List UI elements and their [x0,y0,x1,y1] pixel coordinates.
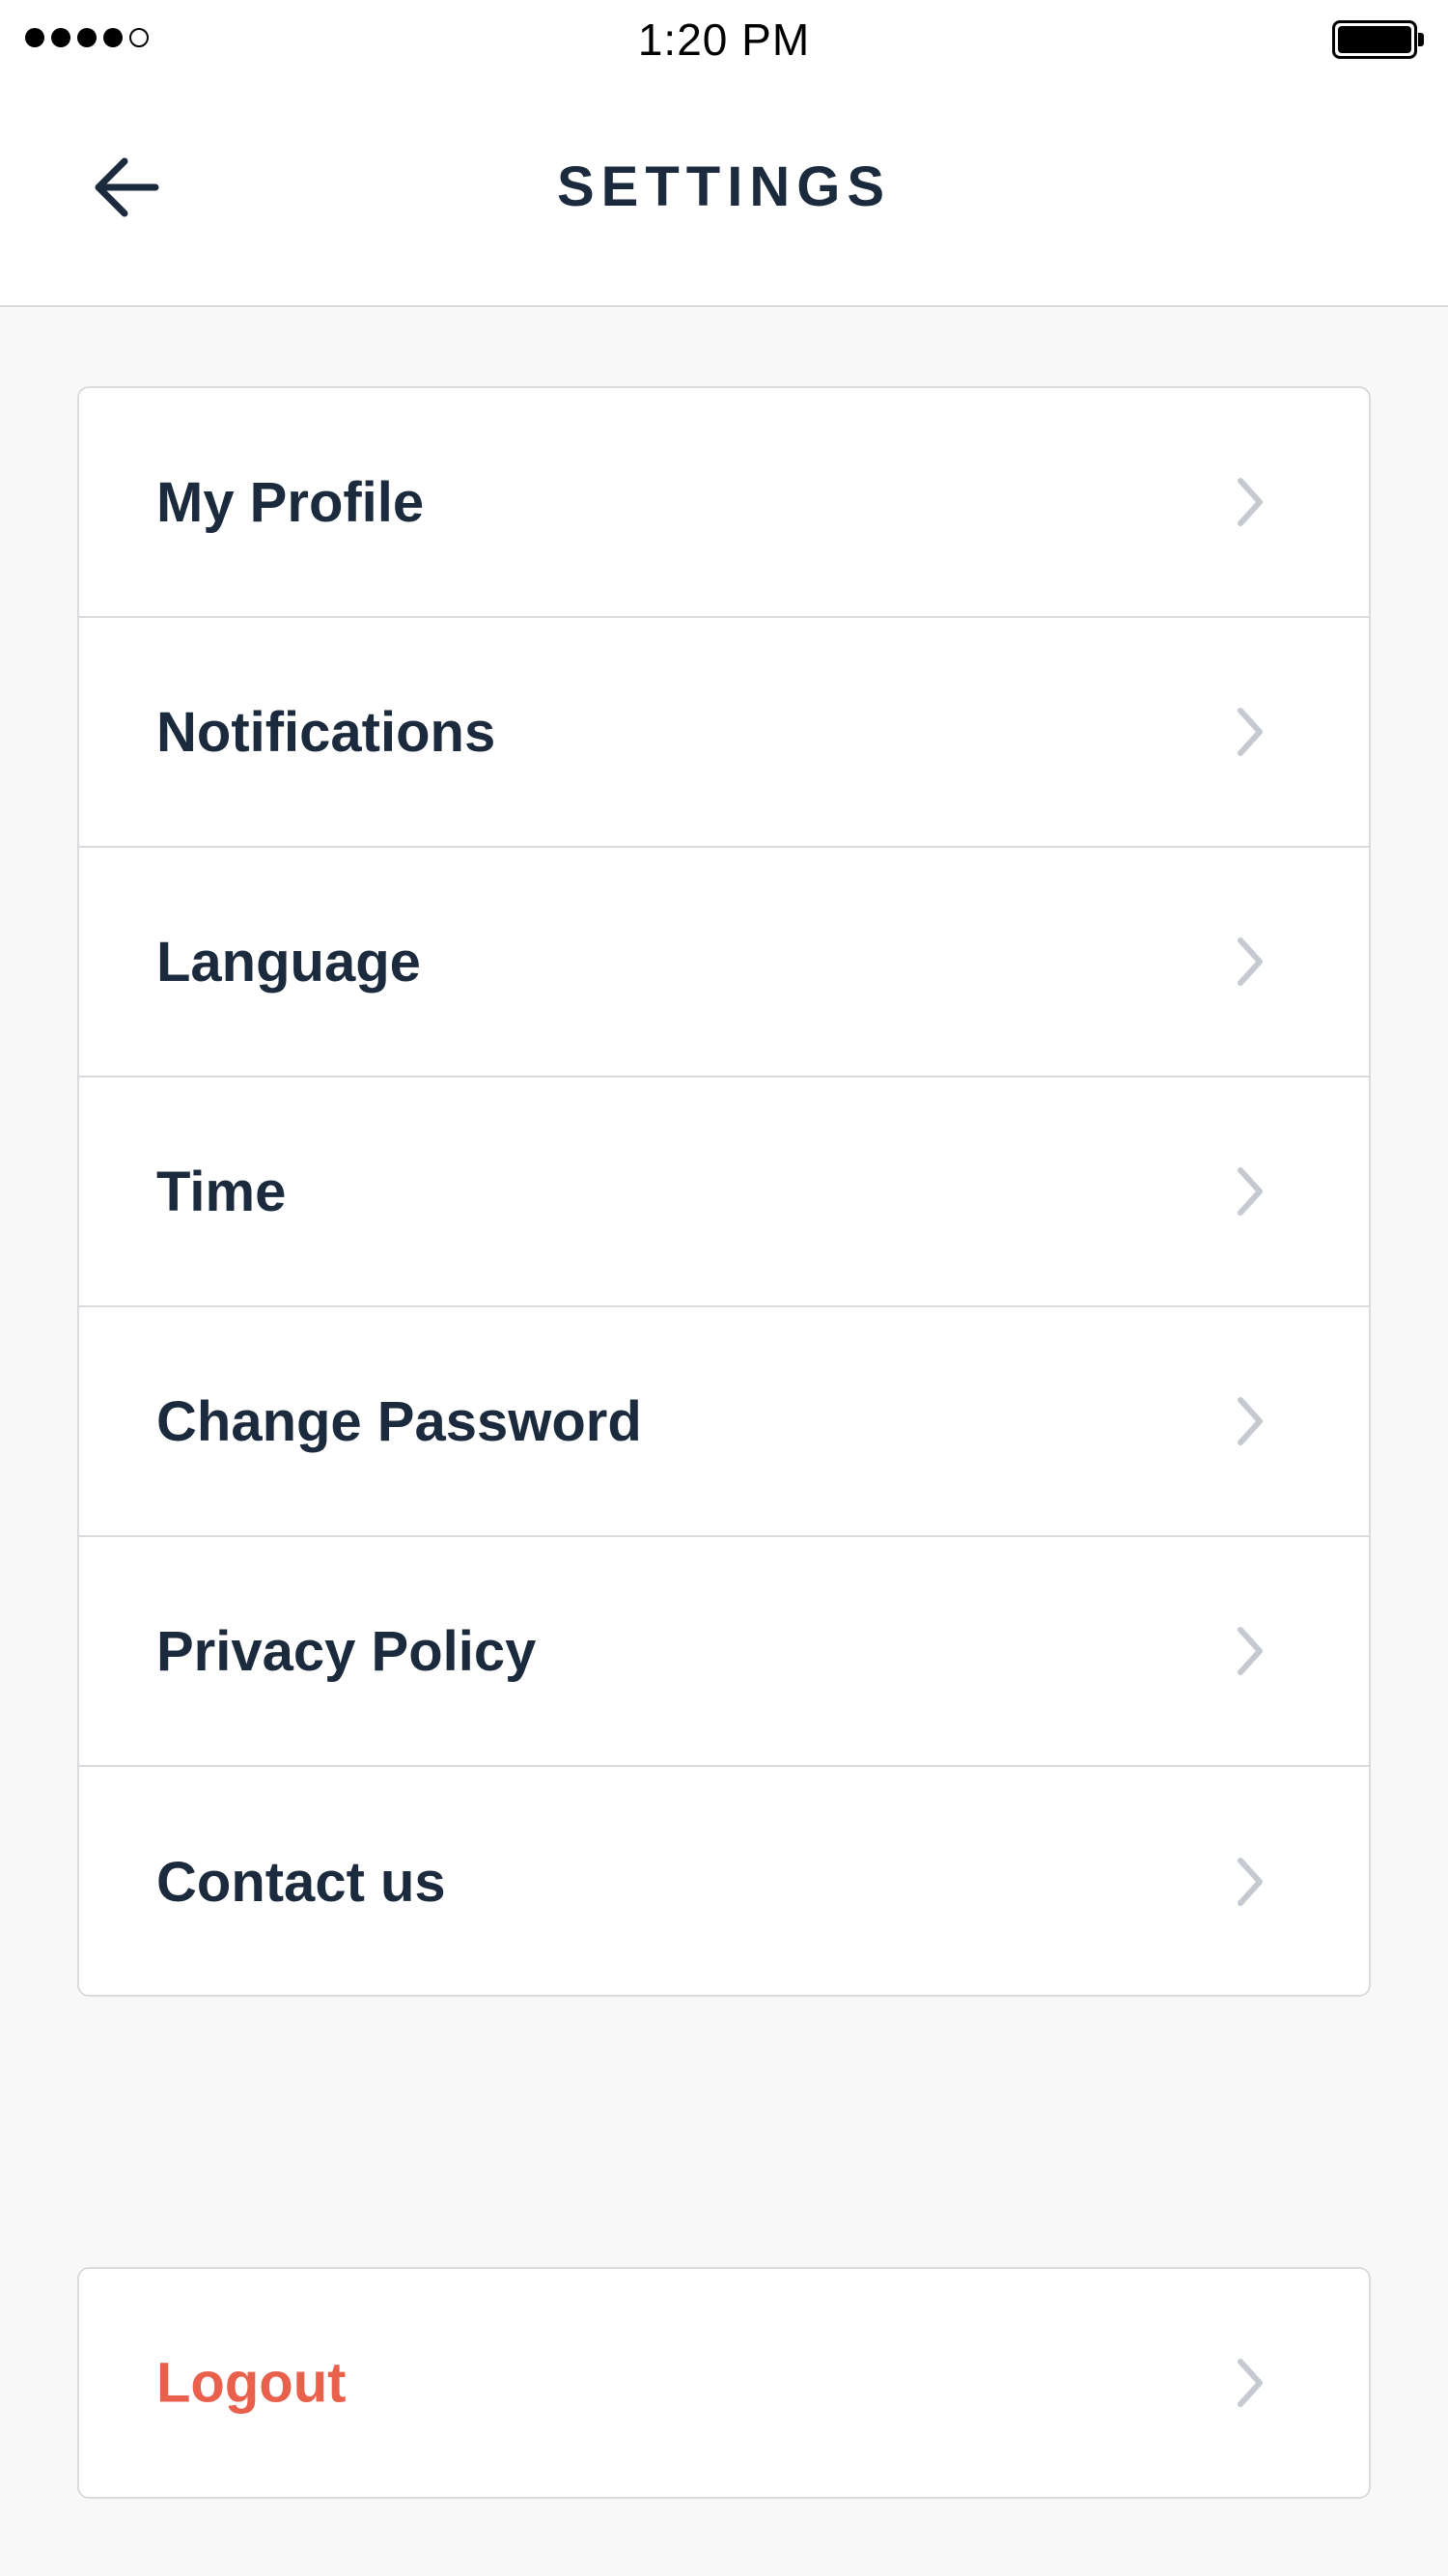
menu-item-contact-us[interactable]: Contact us [79,1767,1369,1995]
nav-bar: SETTINGS [0,87,1448,305]
battery-nub [1418,33,1424,46]
menu-item-label: Notifications [156,700,496,764]
menu-item-notifications[interactable]: Notifications [79,618,1369,848]
menu-item-label: Contact us [156,1850,446,1914]
settings-menu: My Profile Notifications Language Time C… [77,386,1371,1997]
battery-icon [1332,20,1424,59]
menu-item-my-profile[interactable]: My Profile [79,388,1369,618]
logout-button[interactable]: Logout [77,2267,1371,2499]
logout-label: Logout [156,2351,347,2415]
menu-item-label: Time [156,1160,287,1223]
menu-item-label: Privacy Policy [156,1619,537,1683]
page-title: SETTINGS [556,155,892,218]
status-time: 1:20 PM [637,14,811,65]
menu-item-change-password[interactable]: Change Password [79,1307,1369,1537]
chevron-right-icon [1238,708,1263,756]
menu-item-privacy-policy[interactable]: Privacy Policy [79,1537,1369,1767]
menu-item-label: My Profile [156,470,425,534]
header-area: 1:20 PM SETTINGS [0,0,1448,307]
status-bar: 1:20 PM [0,0,1448,87]
battery-fill [1338,26,1411,53]
menu-item-time[interactable]: Time [79,1078,1369,1307]
menu-item-label: Change Password [156,1389,642,1453]
chevron-right-icon [1238,938,1263,986]
menu-item-label: Language [156,930,421,994]
chevron-right-icon [1238,2359,1263,2407]
chevron-right-icon [1238,1167,1263,1216]
chevron-right-icon [1238,1627,1263,1675]
chevron-right-icon [1238,1858,1263,1906]
chevron-right-icon [1238,1397,1263,1445]
menu-item-language[interactable]: Language [79,848,1369,1078]
chevron-right-icon [1238,478,1263,526]
